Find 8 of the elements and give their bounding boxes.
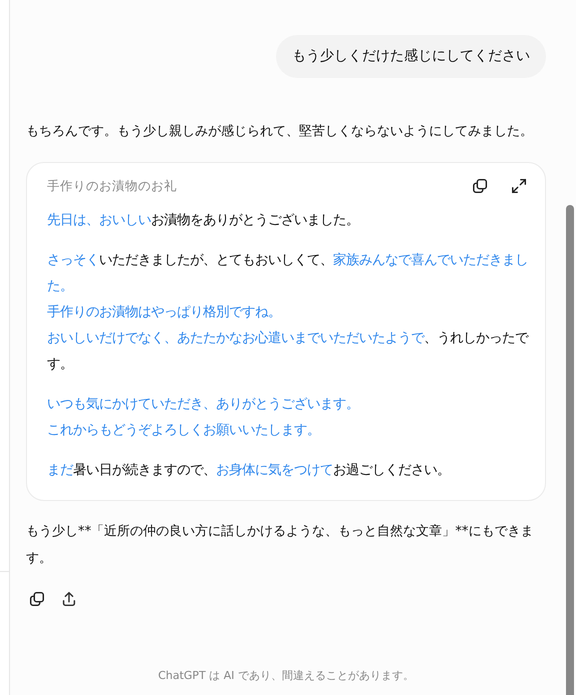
letter-paragraph: 先日は、おいしいお漬物をありがとうございました。	[47, 212, 360, 230]
response-text: もう少し**「近所の仲の良い方に話しかけるような、もっと自然な文章」**にもできま す。	[26, 523, 534, 568]
disclaimer-text: ChatGPT は AI であり、間違えることがあります。	[157, 668, 415, 683]
response-text: もちろんです。もう少し親しみが感じられて、堅苦しくならないようにしてみました。	[26, 123, 534, 141]
user-message: もう少しくだけた感じにしてください	[276, 35, 546, 78]
letter-paragraph: いつも気にかけていただき、ありがとうございます。 これからもどうぞよろしくお願いいたします。	[47, 396, 360, 440]
document-title: 手作りのお漬物のお礼	[47, 178, 177, 194]
letter-paragraph: まだ暑い日が続きますので、お身体に気をつけてお過ごしください。	[47, 462, 451, 480]
